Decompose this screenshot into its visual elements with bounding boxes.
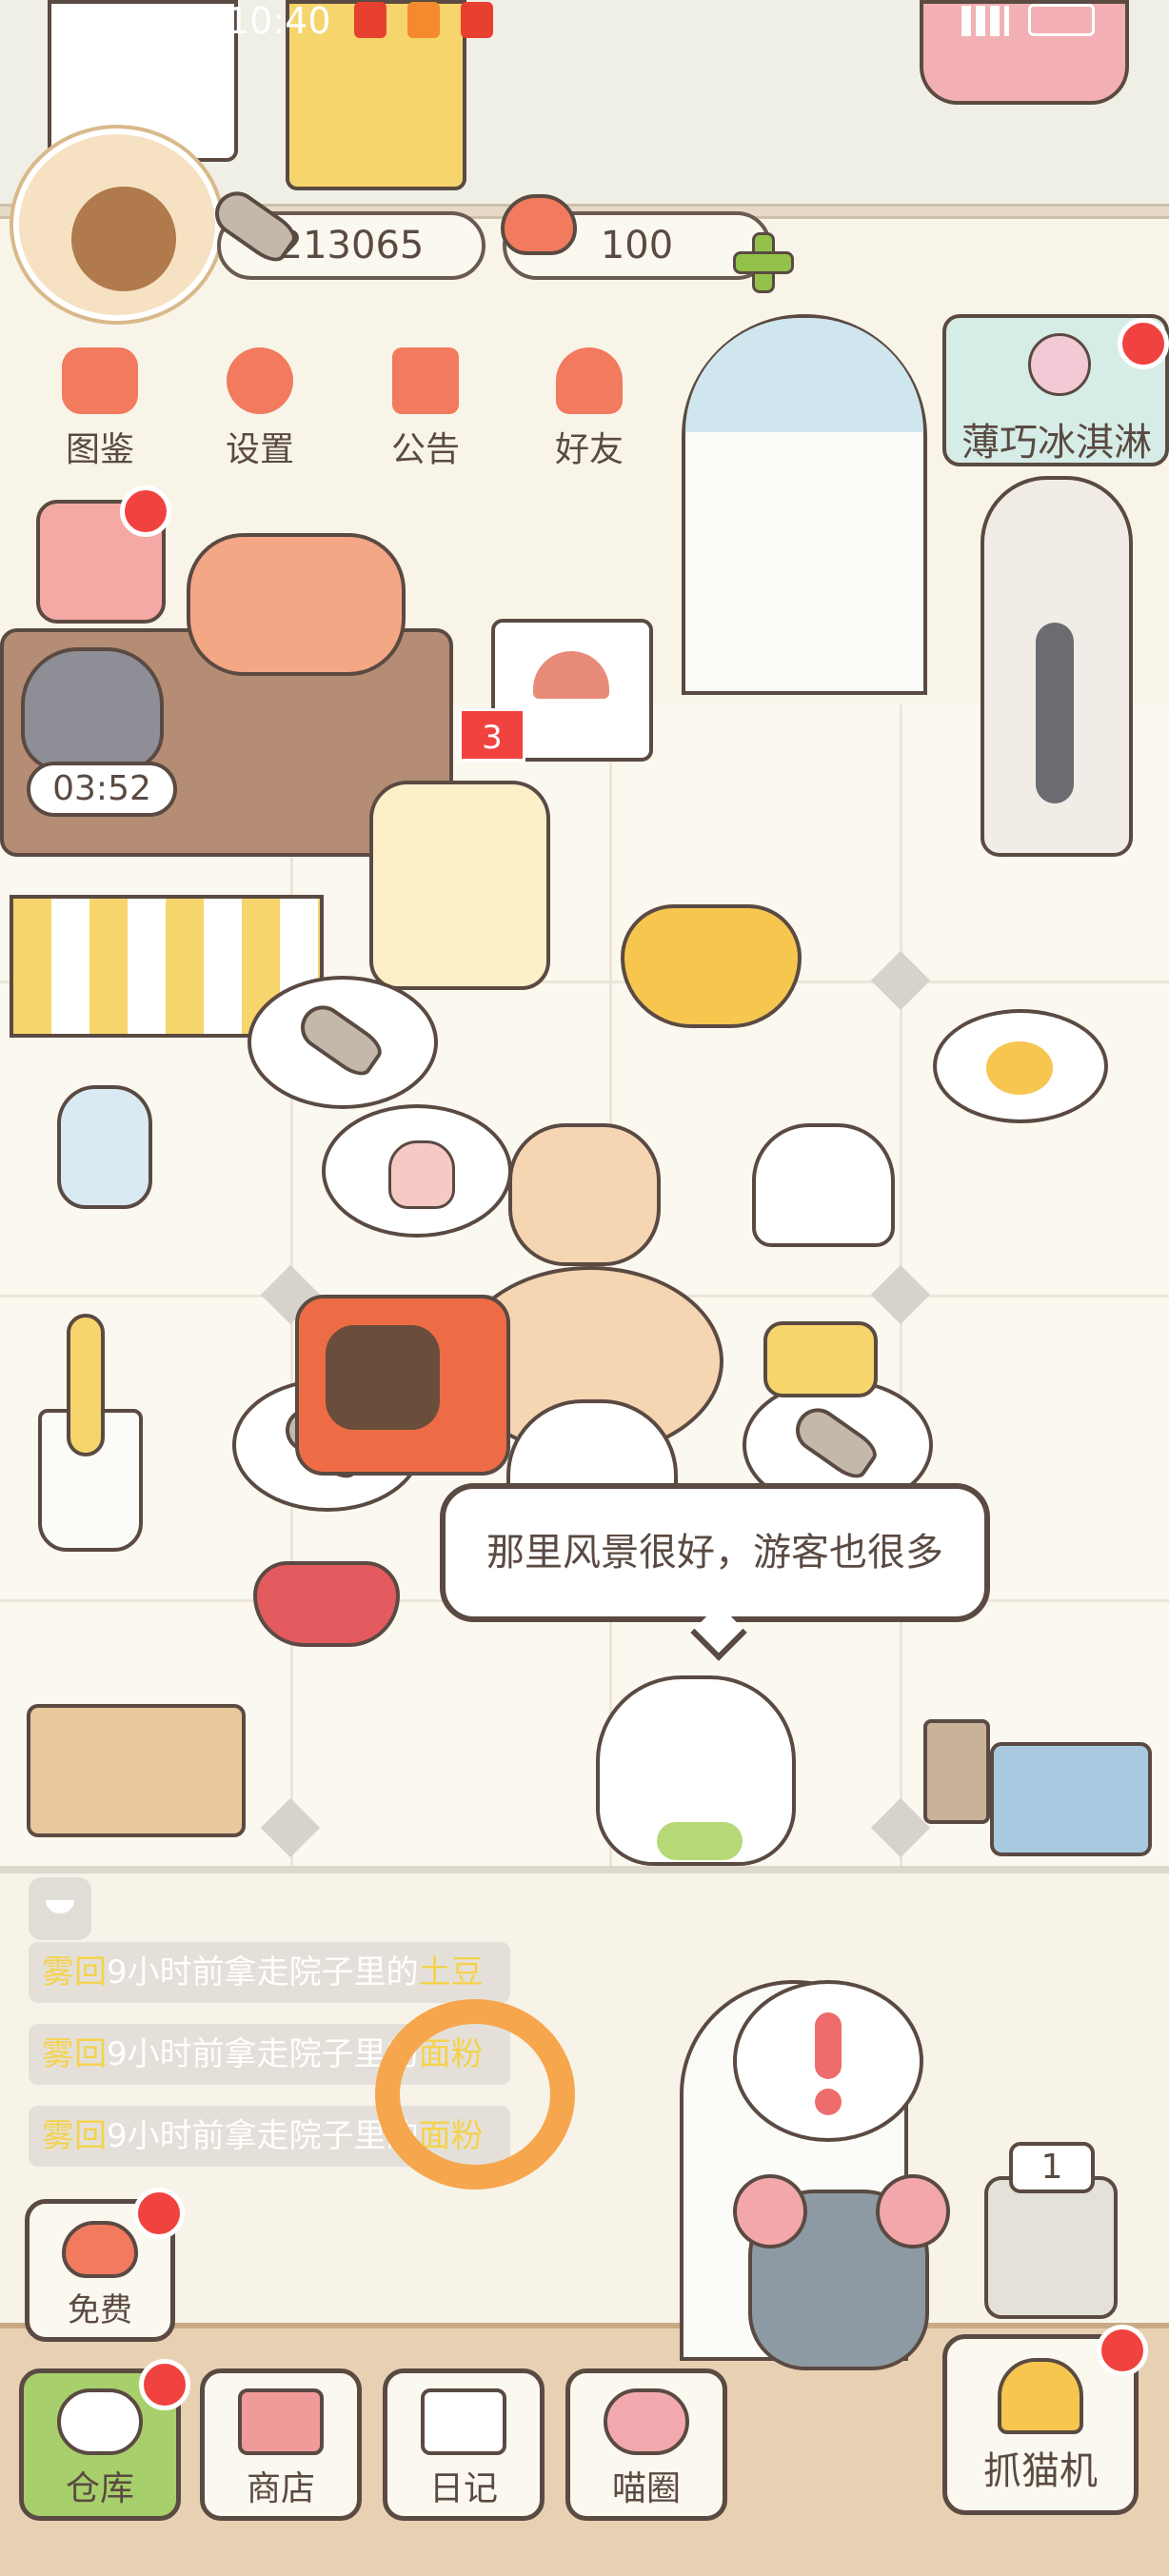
avatar-bear-face <box>71 187 176 291</box>
log-player-name: 雾回 <box>42 2035 107 2073</box>
nav-storage-label: 仓库 <box>65 2469 134 2508</box>
arched-window <box>682 314 927 695</box>
floor-tile-diamond <box>870 950 931 1011</box>
hud-announcement-button[interactable]: 公告 <box>373 347 478 481</box>
hud-friends-label: 好友 <box>554 430 624 469</box>
free-label: 免费 <box>68 2291 132 2329</box>
flower-pot[interactable] <box>187 533 406 676</box>
log-toggle-button[interactable] <box>29 1877 91 1940</box>
promo-label: 薄巧冰淇淋 <box>961 421 1152 465</box>
carousel-cat-tower[interactable] <box>369 781 550 990</box>
paw-thought-bubble[interactable] <box>322 1104 512 1238</box>
hud-catalog-button[interactable]: 图鉴 <box>48 347 152 481</box>
log-text: 9小时前拿走院子里的 <box>107 2117 419 2155</box>
nav-diary[interactable]: 日记 <box>383 2368 545 2521</box>
food-bowl[interactable] <box>253 1561 400 1647</box>
calendar-notification-badge <box>120 485 171 537</box>
floor-tile-diamond <box>870 1264 931 1325</box>
claw-machine-label: 抓猫机 <box>983 2449 1098 2493</box>
player-avatar[interactable] <box>13 129 221 321</box>
log-text: 9小时前拿走院子里的 <box>107 2035 419 2073</box>
clock: 10:40 <box>227 0 331 42</box>
books-stack[interactable] <box>990 1742 1152 1856</box>
fish-thought-bubble[interactable] <box>248 976 438 1109</box>
fish-count: 213065 <box>278 224 425 268</box>
hearts-count: 100 <box>600 224 674 268</box>
fish-icon <box>786 1399 883 1485</box>
air-purifier[interactable] <box>981 476 1133 857</box>
ghost-lamp[interactable] <box>57 1085 152 1209</box>
app-notification-icon <box>461 2 493 38</box>
heart-icon <box>62 2221 138 2278</box>
nav-shop-label: 商店 <box>246 2469 315 2508</box>
mouse-timer-text: 03:52 <box>52 769 151 808</box>
hud-settings-label: 设置 <box>225 430 294 469</box>
app-notification-icon <box>407 2 440 38</box>
yard-divider <box>0 1866 1169 1873</box>
log-item-name: 土豆 <box>418 1953 484 1991</box>
diary-icon <box>421 2388 506 2455</box>
yellow-cushion[interactable] <box>763 1321 878 1397</box>
log-text: 9小时前拿走院子里的 <box>107 1953 419 1991</box>
easel-level-number: 3 <box>482 719 503 757</box>
battery-icon <box>1028 4 1095 36</box>
nav-shop[interactable]: 商店 <box>200 2368 362 2521</box>
free-notification-badge <box>133 2188 185 2239</box>
log-player-name: 雾回 <box>42 2117 107 2155</box>
paw-icon <box>388 1140 455 1209</box>
claw-icon <box>998 2358 1083 2434</box>
easel-level-flag: 3 <box>459 708 525 762</box>
status-bar: 中国联通 10:40 <box>0 0 1169 50</box>
shop-icon <box>238 2388 324 2455</box>
hud-catalog-label: 图鉴 <box>65 430 134 469</box>
friends-icon <box>556 347 623 414</box>
storage-icon <box>57 2388 143 2455</box>
floor-tile-diamond <box>870 1797 931 1858</box>
mouse-timer: 03:52 <box>27 762 177 817</box>
gear-icon <box>227 347 293 414</box>
claw-count: 1 <box>1040 2148 1063 2187</box>
log-player-name: 雾回 <box>42 1953 107 1991</box>
claw-machine-mini[interactable] <box>984 2176 1118 2319</box>
log-item: 雾回9小时前拿走院子里的土豆 <box>29 1942 510 2003</box>
nav-meow-circle-label: 喵圈 <box>611 2469 681 2508</box>
pudding-cushion[interactable] <box>621 904 802 1028</box>
hud-friends-button[interactable]: 好友 <box>537 347 642 481</box>
broom <box>67 1314 105 1456</box>
add-hearts-plus-icon[interactable] <box>733 232 794 293</box>
calico-cat-walking[interactable] <box>596 1675 796 1866</box>
retro-tv[interactable] <box>295 1295 510 1476</box>
planet-icon <box>604 2388 689 2455</box>
claw-notification-badge <box>1097 2325 1148 2376</box>
nav-meow-circle[interactable]: 喵圈 <box>565 2368 727 2521</box>
carrier-name: 中国联通 <box>65 9 210 50</box>
grumpy-mouse-visitor[interactable] <box>733 2174 950 2370</box>
fish-icon <box>291 997 388 1082</box>
app-notification-icon <box>354 2 386 38</box>
grumpy-mouse[interactable] <box>21 647 164 771</box>
sunflower-wreath[interactable] <box>375 1999 575 2190</box>
onigiri-bed[interactable] <box>752 1123 895 1247</box>
alert-thought-bubble[interactable] <box>733 1980 923 2142</box>
fried-egg-cushion[interactable] <box>933 1009 1108 1123</box>
floor-tile-diamond <box>260 1797 321 1858</box>
cat-head-icon <box>62 347 138 414</box>
coffee-cup[interactable] <box>923 1719 990 1824</box>
storage-notification-badge <box>139 2359 190 2410</box>
cat-speech-text: 那里风景很好，游客也很多 <box>486 1531 943 1575</box>
nav-diary-label: 日记 <box>428 2469 498 2508</box>
promo-notification-badge <box>1118 318 1169 369</box>
heart-icon <box>501 194 577 255</box>
stool-with-hat[interactable] <box>508 1123 661 1266</box>
claw-count-display: 1 <box>1009 2142 1095 2193</box>
cardboard-box-with-bear[interactable] <box>27 1704 246 1837</box>
signal-icon <box>961 6 1009 36</box>
ice-cream-icon <box>1028 333 1091 396</box>
hud-announcement-label: 公告 <box>390 430 460 469</box>
hud-settings-button[interactable]: 设置 <box>208 347 312 481</box>
gift-icon <box>392 347 459 414</box>
exclamation-dot <box>815 2089 842 2115</box>
cat-speech-bubble[interactable]: 那里风景很好，游客也很多 <box>440 1483 990 1622</box>
exclamation-icon <box>815 2012 842 2079</box>
